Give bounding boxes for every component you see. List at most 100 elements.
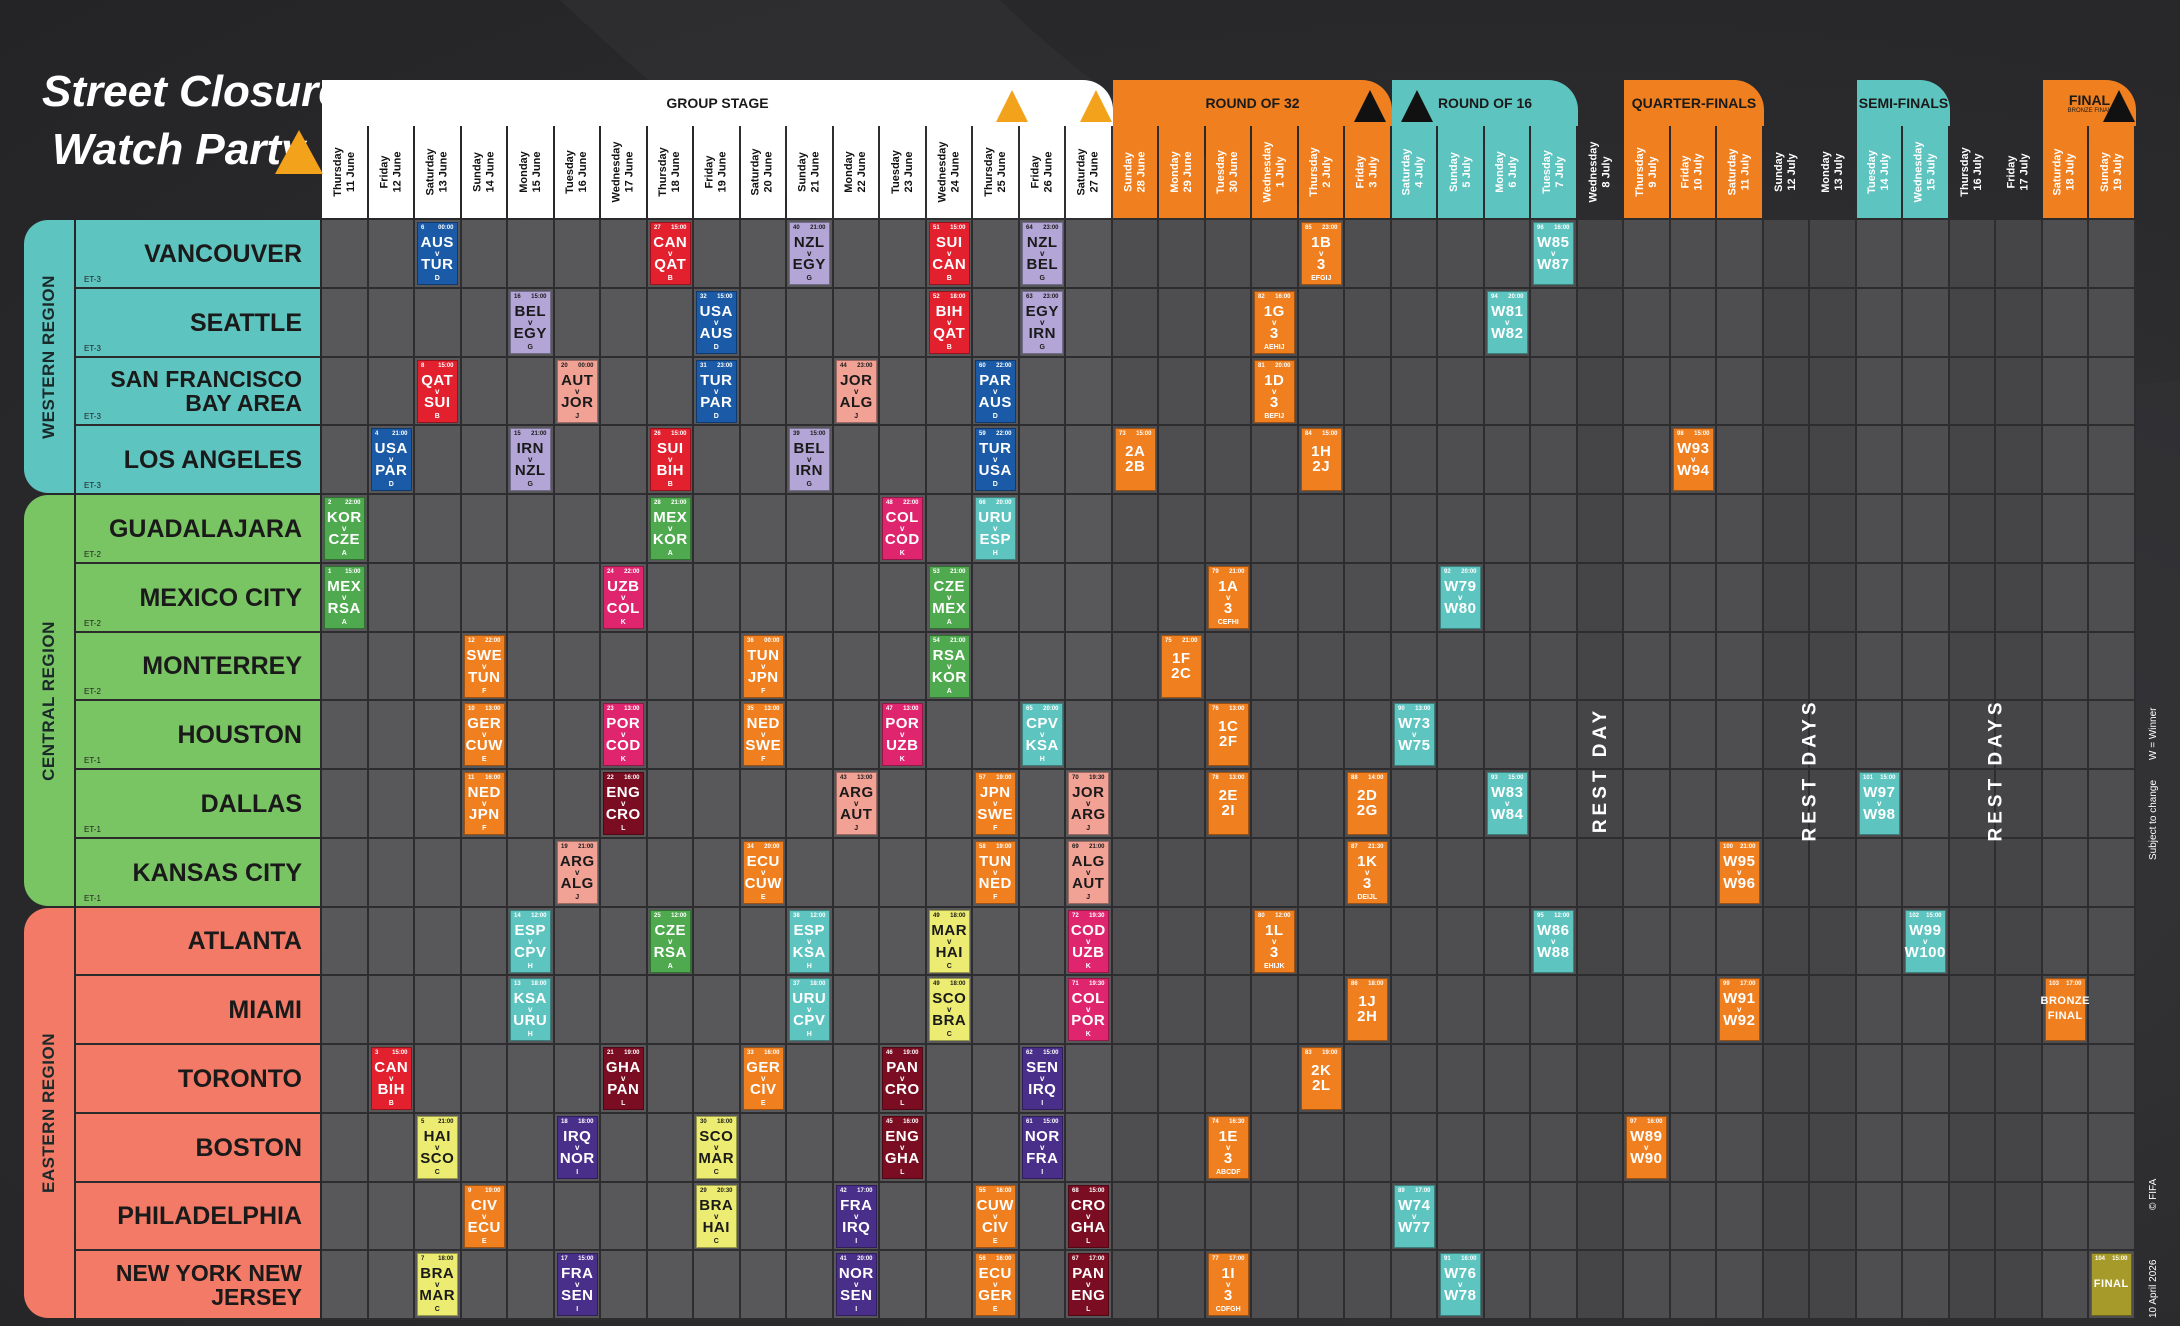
- match-tile[interactable]: 78 13:00 2E 2I: [1208, 772, 1249, 835]
- match-tile[interactable]: 49 18:00 MAR v HAI C: [929, 910, 970, 973]
- match-tile[interactable]: 41 20:00 NOR v SEN I: [836, 1253, 877, 1316]
- match-tile[interactable]: 73 15:00 2A 2B: [1115, 428, 1156, 491]
- match-tile[interactable]: 60 22:00 PAR v AUS D: [975, 360, 1016, 423]
- match-tile[interactable]: 69 21:00 ALG v AUT J: [1068, 841, 1109, 904]
- match-tile[interactable]: 83 19:00 2K 2L: [1301, 1047, 1342, 1110]
- match-tile[interactable]: 7 18:00 BRA v MAR C: [417, 1253, 458, 1316]
- match-tile[interactable]: 31 23:00 TUR v PAR D: [696, 360, 737, 423]
- match-tile[interactable]: 74 16:30 1E v 3 ABCDF: [1208, 1116, 1249, 1179]
- match-tile[interactable]: 76 13:00 1C 2F: [1208, 703, 1249, 766]
- match-tile[interactable]: 33 16:00 GER v CIV E: [743, 1047, 784, 1110]
- match-tile[interactable]: 89 17:00 W74 v W77: [1394, 1185, 1435, 1248]
- match-tile[interactable]: 47 13:00 POR v UZB K: [882, 703, 923, 766]
- match-tile[interactable]: 87 21:30 1K v 3 DEIJL: [1347, 841, 1388, 904]
- match-tile[interactable]: 58 19:00 TUN v NED F: [975, 841, 1016, 904]
- match-tile[interactable]: 49 18:00 SCO v BRA C: [929, 978, 970, 1041]
- match-tile[interactable]: 25 12:00 CZE v RSA A: [650, 910, 691, 973]
- match-tile[interactable]: 22 16:00 ENG v CRO L: [603, 772, 644, 835]
- match-tile[interactable]: 37 18:00 URU v CPV H: [789, 978, 830, 1041]
- match-tile[interactable]: 6 00:00 AUS v TUR D: [417, 222, 458, 285]
- match-tile[interactable]: 56 16:00 ECU v GER E: [975, 1253, 1016, 1316]
- match-tile[interactable]: 80 12:00 1L v 3 EHIJK: [1254, 910, 1295, 973]
- match-tile[interactable]: 59 22:00 TUR v USA D: [975, 428, 1016, 491]
- match-tile[interactable]: 15 21:00 IRN v NZL G: [510, 428, 551, 491]
- match-tile[interactable]: 77 17:00 1I v 3 CDFGH: [1208, 1253, 1249, 1316]
- match-tile[interactable]: 91 16:00 W76 v W78: [1440, 1253, 1481, 1316]
- match-tile[interactable]: 16 15:00 BEL v EGY G: [510, 291, 551, 354]
- match-tile[interactable]: 43 13:00 ARG v AUT J: [836, 772, 877, 835]
- match-tile[interactable]: 67 17:00 PAN v ENG L: [1068, 1253, 1109, 1316]
- match-tile[interactable]: 27 15:00 CAN v QAT B: [650, 222, 691, 285]
- match-tile[interactable]: 93 15:00 W83 v W84: [1487, 772, 1528, 835]
- match-tile[interactable]: 61 15:00 NOR v FRA I: [1022, 1116, 1063, 1179]
- match-tile[interactable]: 8 15:00 QAT v SUI B: [417, 360, 458, 423]
- match-tile[interactable]: 51 15:00 SUI v CAN B: [929, 222, 970, 285]
- match-tile[interactable]: 65 20:00 CPV v KSA H: [1022, 703, 1063, 766]
- match-tile[interactable]: 19 21:00 ARG v ALG J: [557, 841, 598, 904]
- match-tile[interactable]: 40 21:00 NZL v EGY G: [789, 222, 830, 285]
- match-tile[interactable]: 64 23:00 NZL v BEL G: [1022, 222, 1063, 285]
- match-tile[interactable]: 68 15:00 CRO v GHA L: [1068, 1185, 1109, 1248]
- match-tile[interactable]: 2 22:00 KOR v CZE A: [324, 497, 365, 560]
- match-tile[interactable]: 79 21:00 1A v 3 CEFHI: [1208, 566, 1249, 629]
- match-tile[interactable]: 70 19:30 JOR v ARG J: [1068, 772, 1109, 835]
- match-tile[interactable]: 95 12:00 W86 v W88: [1533, 910, 1574, 973]
- match-tile[interactable]: 94 20:00 W81 v W82: [1487, 291, 1528, 354]
- match-tile[interactable]: 85 23:00 1B v 3 EFGIJ: [1301, 222, 1342, 285]
- match-tile[interactable]: 34 20:00 ECU v CUW E: [743, 841, 784, 904]
- match-tile[interactable]: 81 20:00 1D v 3 BEFIJ: [1254, 360, 1295, 423]
- match-tile[interactable]: 42 17:00 FRA v IRQ I: [836, 1185, 877, 1248]
- match-tile[interactable]: 23 13:00 POR v COD K: [603, 703, 644, 766]
- match-tile[interactable]: 26 15:00 SUI v BIH B: [650, 428, 691, 491]
- match-tile[interactable]: 71 19:30 COL v POR K: [1068, 978, 1109, 1041]
- match-tile[interactable]: 45 16:00 ENG v GHA L: [882, 1116, 923, 1179]
- match-tile[interactable]: 24 22:00 UZB v COL K: [603, 566, 644, 629]
- match-tile[interactable]: 98 15:00 W93 v W94: [1673, 428, 1714, 491]
- match-tile[interactable]: 21 19:00 GHA v PAN L: [603, 1047, 644, 1110]
- match-tile[interactable]: 99 17:00 W91 v W92: [1719, 978, 1760, 1041]
- match-tile[interactable]: 20 00:00 AUT v JOR J: [557, 360, 598, 423]
- match-tile[interactable]: 75 21:00 1F 2C: [1161, 635, 1202, 698]
- match-tile[interactable]: 36 00:00 TUN v JPN F: [743, 635, 784, 698]
- match-tile[interactable]: 86 18:00 1J 2H: [1347, 978, 1388, 1041]
- match-tile[interactable]: 38 12:00 ESP v KSA H: [789, 910, 830, 973]
- match-tile[interactable]: 9 19:00 CIV v ECU E: [464, 1185, 505, 1248]
- match-tile[interactable]: 62 15:00 SEN v IRQ I: [1022, 1047, 1063, 1110]
- match-tile[interactable]: 44 23:00 JOR v ALG J: [836, 360, 877, 423]
- match-tile[interactable]: 54 21:00 RSA v KOR A: [929, 635, 970, 698]
- match-tile[interactable]: 88 14:00 2D 2G: [1347, 772, 1388, 835]
- match-tile[interactable]: 100 21:00 W95 v W96: [1719, 841, 1760, 904]
- match-tile[interactable]: 1 15:00 MEX v RSA A: [324, 566, 365, 629]
- match-tile[interactable]: 90 13:00 W73 v W75: [1394, 703, 1435, 766]
- match-tile[interactable]: 52 18:00 BIH v QAT B: [929, 291, 970, 354]
- match-tile[interactable]: 14 12:00 ESP v CPV H: [510, 910, 551, 973]
- match-tile[interactable]: 101 15:00 W97 v W98: [1859, 772, 1900, 835]
- match-tile[interactable]: 55 16:00 CUW v CIV E: [975, 1185, 1016, 1248]
- match-tile[interactable]: 53 21:00 CZE v MEX A: [929, 566, 970, 629]
- match-tile[interactable]: 30 18:00 SCO v MAR C: [696, 1116, 737, 1179]
- match-tile[interactable]: 63 23:00 EGY v IRN G: [1022, 291, 1063, 354]
- match-tile[interactable]: 84 15:00 1H 2J: [1301, 428, 1342, 491]
- match-tile[interactable]: 13 18:00 KSA v URU H: [510, 978, 551, 1041]
- match-tile[interactable]: 18 18:00 IRQ v NOR I: [557, 1116, 598, 1179]
- match-tile[interactable]: 102 15:00 W99 v W100: [1905, 910, 1946, 973]
- match-tile[interactable]: 17 15:00 FRA v SEN I: [557, 1253, 598, 1316]
- match-tile[interactable]: 12 22:00 SWE v TUN F: [464, 635, 505, 698]
- match-tile[interactable]: 48 22:00 COL v COD K: [882, 497, 923, 560]
- match-tile[interactable]: 3 15:00 CAN v BIH B: [371, 1047, 412, 1110]
- match-tile[interactable]: 29 20:30 BRA v HAI C: [696, 1185, 737, 1248]
- match-tile[interactable]: 104 15:00 FINAL: [2091, 1253, 2132, 1316]
- match-tile[interactable]: 35 13:00 NED v SWE F: [743, 703, 784, 766]
- match-tile[interactable]: 82 16:00 1G v 3 AEHIJ: [1254, 291, 1295, 354]
- match-tile[interactable]: 11 16:00 NED v JPN F: [464, 772, 505, 835]
- match-tile[interactable]: 10 13:00 GER v CUW E: [464, 703, 505, 766]
- match-tile[interactable]: 39 15:00 BEL v IRN G: [789, 428, 830, 491]
- match-tile[interactable]: 66 20:00 URU v ESP H: [975, 497, 1016, 560]
- match-tile[interactable]: 96 16:00 W85 v W87: [1533, 222, 1574, 285]
- match-tile[interactable]: 32 15:00 USA v AUS D: [696, 291, 737, 354]
- match-tile[interactable]: 5 21:00 HAI v SCO C: [417, 1116, 458, 1179]
- match-tile[interactable]: 4 21:00 USA v PAR D: [371, 428, 412, 491]
- match-tile[interactable]: 97 16:00 W89 v W90: [1626, 1116, 1667, 1179]
- match-tile[interactable]: 57 19:00 JPN v SWE F: [975, 772, 1016, 835]
- match-tile[interactable]: 92 20:00 W79 v W80: [1440, 566, 1481, 629]
